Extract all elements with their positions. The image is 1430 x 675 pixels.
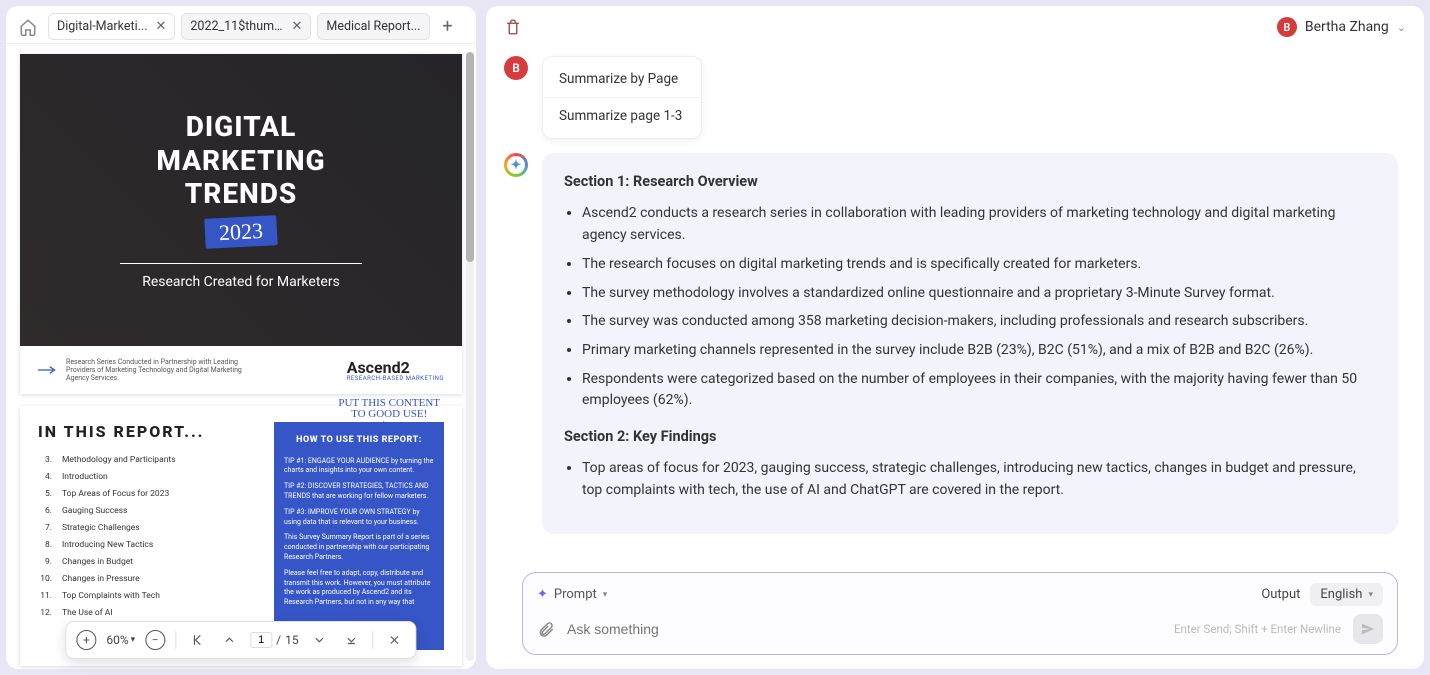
bullet: Respondents were categorized based on th… (582, 369, 1376, 412)
ai-message: Section 1: Research Overview Ascend2 con… (504, 153, 1398, 534)
document-viewer[interactable]: DIGITAL MARKETING TRENDS 2023 Research C… (6, 44, 476, 669)
page-total: 15 (285, 633, 299, 647)
home-button[interactable] (14, 13, 42, 41)
prev-page-button[interactable] (218, 629, 240, 651)
tab-2022-thumb[interactable]: 2022_11$thum... ✕ (181, 13, 311, 40)
cover-title-line: MARKETING (156, 144, 325, 178)
sparkle-icon: ✦ (537, 587, 548, 602)
first-page-button[interactable] (186, 629, 208, 651)
ai-response-body: Section 1: Research Overview Ascend2 con… (542, 153, 1398, 534)
close-icon[interactable]: ✕ (156, 19, 167, 34)
chat-input[interactable] (567, 621, 1162, 637)
table-of-contents: 3.Methodology and Participants 4.Introdu… (38, 455, 260, 618)
bullet: Ascend2 conducts a research series in co… (582, 203, 1376, 246)
add-tab-button[interactable]: + (436, 15, 460, 39)
arrow-icon (38, 364, 58, 376)
next-page-button[interactable] (309, 629, 331, 651)
user-message: B Summarize by Page Summarize page 1-3 (504, 56, 1398, 139)
chevron-down-icon: ▾ (1368, 590, 1373, 600)
scrollbar[interactable] (466, 52, 474, 661)
document-panel: Digital-Marketi... ✕ 2022_11$thum... ✕ M… (6, 6, 476, 669)
toc-title: IN THIS REPORT... (38, 422, 260, 441)
chat-panel: B Bertha Zhang ⌄ B Summarize by Page Sum… (486, 6, 1424, 669)
bullet: The research focuses on digital marketin… (582, 254, 1376, 276)
zoom-out-button[interactable]: − (145, 630, 165, 650)
chat-messages[interactable]: B Summarize by Page Summarize page 1-3 S… (486, 48, 1424, 562)
page-indicator: / 15 (250, 632, 298, 648)
suggestion-summarize-1-3[interactable]: Summarize page 1-3 (543, 97, 701, 134)
section-title: Section 2: Key Findings (564, 426, 1376, 448)
last-page-button[interactable] (341, 629, 363, 651)
bullet: Top areas of focus for 2023, gauging suc… (582, 458, 1376, 501)
cover-title-line: DIGITAL (156, 110, 325, 144)
bullet: Primary marketing channels represented i… (582, 340, 1376, 362)
user-avatar: B (504, 56, 528, 80)
section-title: Section 1: Research Overview (564, 171, 1376, 193)
tab-label: Medical Report... (326, 19, 420, 34)
suggestion-summarize-by-page[interactable]: Summarize by Page (543, 61, 701, 97)
chat-header: B Bertha Zhang ⌄ (486, 6, 1424, 48)
user-avatar: B (1277, 17, 1297, 37)
tab-label: Digital-Marketi... (57, 19, 148, 34)
language-selector[interactable]: English ▾ (1310, 583, 1383, 606)
cover-year-badge: 2023 (204, 215, 277, 249)
zoom-dropdown[interactable]: 60%▾ (106, 633, 135, 647)
input-hint: Enter Send; Shift + Enter Newline (1174, 622, 1341, 636)
cover-title-line: TRENDS (156, 177, 325, 211)
close-icon[interactable]: ✕ (292, 19, 303, 34)
delete-button[interactable] (504, 18, 522, 36)
footer-note: Research Series Conducted in Partnership… (66, 358, 266, 382)
pdf-toolbar: + 60%▾ − / 15 (65, 621, 416, 659)
close-toolbar-button[interactable] (384, 629, 406, 651)
prompt-suggestion-card: Summarize by Page Summarize page 1-3 (542, 56, 702, 139)
divider (120, 263, 361, 264)
user-menu[interactable]: B Bertha Zhang ⌄ (1277, 17, 1406, 37)
tab-label: 2022_11$thum... (190, 19, 283, 34)
cover-subtitle: Research Created for Marketers (142, 274, 340, 290)
ascend2-logo: Ascend2 RESEARCH-BASED MARKETING (347, 358, 444, 382)
user-name: Bertha Zhang (1305, 19, 1389, 35)
cover-footer: Research Series Conducted in Partnership… (20, 346, 462, 394)
bullet: The survey was conducted among 358 marke… (582, 311, 1376, 333)
chat-input-area: ✦ Prompt ▾ Output English ▾ Enter Send; … (522, 572, 1398, 655)
chevron-down-icon: ▾ (603, 590, 608, 600)
ai-avatar-icon (504, 153, 528, 177)
send-button[interactable] (1353, 614, 1383, 644)
pdf-page-1: DIGITAL MARKETING TRENDS 2023 Research C… (20, 54, 462, 394)
chevron-down-icon: ⌄ (1397, 21, 1406, 34)
zoom-in-button[interactable]: + (76, 630, 96, 650)
prompt-mode-selector[interactable]: ✦ Prompt ▾ (537, 587, 607, 602)
howto-box: PUT THIS CONTENT TO GOOD USE! HOW TO USE… (274, 422, 444, 650)
output-label: Output (1261, 587, 1300, 602)
handwritten-note: PUT THIS CONTENT TO GOOD USE! (338, 398, 440, 437)
cover-hero: DIGITAL MARKETING TRENDS 2023 Research C… (20, 54, 462, 346)
attach-button[interactable] (537, 620, 555, 638)
tab-bar: Digital-Marketi... ✕ 2022_11$thum... ✕ M… (6, 6, 476, 44)
prompt-label: Prompt (554, 587, 597, 602)
tab-digital-marketing[interactable]: Digital-Marketi... ✕ (48, 13, 175, 40)
page-input[interactable] (250, 632, 272, 648)
bullet: The survey methodology involves a standa… (582, 283, 1376, 305)
tab-medical-report[interactable]: Medical Report... (317, 13, 429, 40)
